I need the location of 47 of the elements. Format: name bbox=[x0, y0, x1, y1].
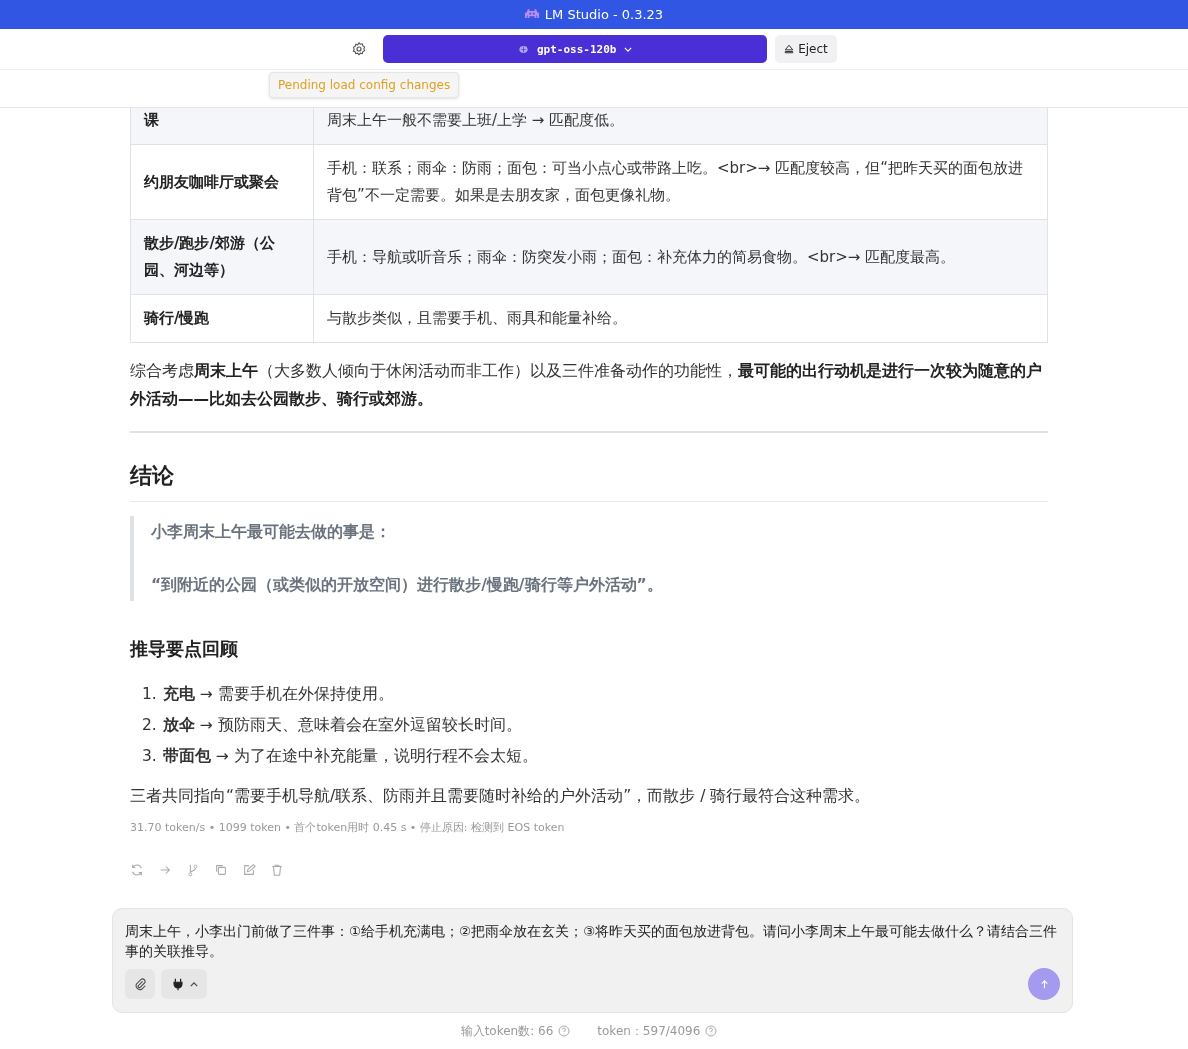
list-number: 3. bbox=[142, 747, 157, 765]
plug-icon bbox=[170, 977, 185, 991]
table-cell: 周末上午一般不需要上班/上学 → 匹配度低。 bbox=[313, 108, 1048, 145]
table-cell: 手机：导航或听音乐；雨伞：防突发小雨；面包：补充体力的简易食物。<br>→ 匹配度最高。 bbox=[313, 219, 1048, 295]
plugin-button[interactable] bbox=[161, 969, 207, 999]
branch-icon[interactable] bbox=[186, 863, 200, 877]
delete-icon[interactable] bbox=[270, 863, 284, 877]
caret-icon bbox=[624, 46, 633, 52]
section-heading: 结论 bbox=[130, 461, 1048, 502]
model-icon bbox=[517, 44, 529, 54]
token-usage: token：597/4096 bbox=[597, 1022, 701, 1040]
send-button[interactable] bbox=[1028, 968, 1060, 1000]
eject-icon bbox=[784, 44, 795, 54]
model-selector[interactable]: gpt-oss-120b bbox=[383, 35, 768, 63]
closing-paragraph: 三者共同指向“需要手机导航/联系、防雨并且需要随时补给的户外活动”，而散步 / 骑行最符合这种需求。 bbox=[130, 786, 872, 807]
summary-paragraph: 综合考虑周末上午（大多数人倾向于休闲活动而非工作）以及三件准备动作的功能性，最可能的出行动机是进行一次较为随意的户外活动——比如去公园散步、骑行或郊游。 bbox=[130, 361, 1043, 410]
list-number: 2. bbox=[142, 716, 157, 734]
table-cell: 骑行/慢跑 bbox=[130, 294, 314, 343]
tooltip: Pending load config changes bbox=[269, 72, 460, 98]
regenerate-icon[interactable] bbox=[130, 863, 144, 877]
paperclip-icon bbox=[133, 977, 147, 991]
message-input[interactable]: 周末上午，小李出门前做了三件事：①给手机充满电；②把雨伞放在玄关；③将昨天买的面包放进背包。请问小李周末上午最可能去做什么？请结合三件事的关联推导。 bbox=[112, 908, 1073, 1013]
generation-stats: 31.70 token/s • 1099 token • 首个token用时 0.45 s • 停止原因: 检测到 EOS token bbox=[130, 820, 566, 835]
edit-icon[interactable] bbox=[242, 863, 256, 877]
app-logo-icon bbox=[524, 9, 539, 20]
copy-icon[interactable] bbox=[214, 863, 228, 877]
section-heading: 推导要点回顾 bbox=[130, 637, 239, 661]
list-item-text: 充电 → 需要手机在外保持使用。 bbox=[162, 685, 394, 703]
table-cell: 散步/跑步/郊游（公园、河边等） bbox=[130, 219, 314, 295]
quote-text: “到附近的公园（或类似的开放空间）进行散步/慢跑/骑行等户外活动”。 bbox=[151, 575, 664, 596]
arrow-icon[interactable] bbox=[158, 863, 172, 877]
caret-icon bbox=[189, 981, 198, 987]
list-item-text: 放伞 → 预防雨天、意味着会在室外逗留较长时间。 bbox=[162, 716, 522, 734]
window-title: LM Studio - 0.3.23 bbox=[544, 7, 664, 22]
help-icon[interactable] bbox=[705, 1025, 718, 1037]
list-item-text: 带面包 → 为了在途中补充能量，说明行程不会太短。 bbox=[162, 747, 538, 765]
quote-text: 小李周末上午最可能去做的事是： bbox=[151, 522, 392, 543]
attach-button[interactable] bbox=[125, 969, 155, 999]
table-cell: 与散步类似，且需要手机、雨具和能量补给。 bbox=[313, 294, 1048, 343]
input-token-count: 输入token数: 66 bbox=[460, 1022, 554, 1040]
table-cell: 约朋友咖啡厅或聚会 bbox=[130, 144, 314, 220]
table-cell: 课 bbox=[130, 108, 314, 145]
eject-button[interactable]: Eject bbox=[775, 35, 837, 63]
table-cell: 手机：联系；雨伞：防雨；面包：可当小点心或带路上吃。<br>→ 匹配度较高，但“把昨天买的面包放进背包”不一定需要。如果是去朋友家，面包更像礼物。 bbox=[313, 144, 1048, 220]
list-number: 1. bbox=[142, 685, 157, 703]
help-icon[interactable] bbox=[558, 1025, 571, 1037]
settings-icon[interactable] bbox=[351, 41, 368, 57]
